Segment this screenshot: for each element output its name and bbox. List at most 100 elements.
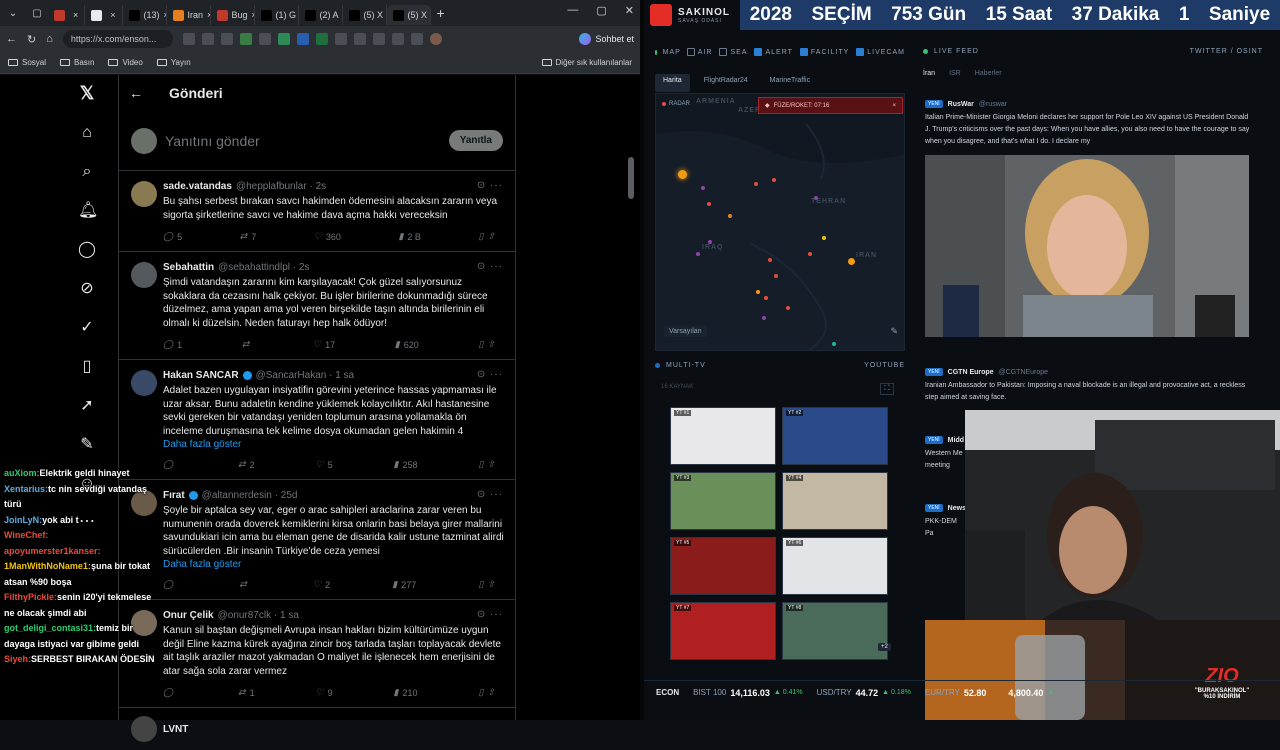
feed-tab[interactable]: ISR [949,70,961,84]
search-icon[interactable]: ⌕ [78,163,96,181]
tab-close-icon[interactable]: × [73,10,78,20]
tweet-handle[interactable]: @onur87clk · 1 sa [218,610,299,621]
livecam-marker[interactable] [832,342,836,346]
scrollbar[interactable] [628,157,634,199]
home-icon[interactable]: ⌂ [46,33,53,45]
repost-button[interactable]: ⇄ [242,339,254,350]
share-icon[interactable]: ⇧ [487,459,495,470]
tweet-author[interactable]: Sebahattin [163,262,214,273]
tweet[interactable]: Fırat @altannerdesin · 25d Şoyle bir aptal… [119,480,515,600]
chat-username[interactable]: apoyumerster1kanser: [4,546,101,556]
chat-username[interactable]: JoinLyN: [4,515,42,525]
facility-marker[interactable] [772,178,776,182]
missile-alert[interactable]: ◆ FÜZE/ROKET: 07:16 × [758,97,903,114]
close-window-icon[interactable]: ✕ [625,4,634,17]
like-button[interactable]: ♡ 5 [316,459,333,470]
layer-toggle[interactable]: ALERT [754,48,792,56]
views-button[interactable]: ▮ 277 [392,579,416,590]
chat-username[interactable]: auXiom: [4,468,40,478]
back-arrow-icon[interactable]: ← [129,85,143,101]
facility-marker[interactable] [754,182,758,186]
tweet-author[interactable]: Onur Çelik [163,610,214,621]
feed-tab[interactable]: Haberler [975,70,1002,84]
x-logo-icon[interactable]: 𝕏 [78,84,96,102]
feed-item[interactable]: YENİ Midd Western Me meeting [925,436,965,472]
profile-avatar[interactable] [429,33,442,45]
avatar[interactable] [131,262,157,288]
extension-icon[interactable] [182,33,195,45]
like-button[interactable]: ♡ 17 [313,339,335,350]
reply-input[interactable]: Yanıtını gönder [165,133,441,149]
feed-photo[interactable] [925,155,1249,337]
facility-marker[interactable] [768,258,772,262]
views-button[interactable]: ▮ 210 [394,687,418,698]
video-tile[interactable]: YT #3 [670,472,776,530]
like-button[interactable]: ♡ 2 [313,579,330,590]
extension-icon[interactable] [277,33,290,45]
extension-icon[interactable] [201,33,214,45]
extension-icon[interactable] [391,33,404,45]
layer-toggle[interactable]: SEA [719,48,747,56]
browser-tab[interactable]: × [85,5,123,25]
bookmark-icon[interactable]: ▯ [478,579,483,590]
layer-toggle[interactable]: LIVECAM [856,48,905,56]
facility-marker[interactable] [707,202,711,206]
extension-icon[interactable] [258,33,271,45]
bookmark-icon[interactable]: ▯ [478,687,483,698]
video-tile[interactable]: YT #5 [670,537,776,595]
facility-marker[interactable] [696,252,700,256]
star-icon[interactable] [220,33,233,45]
map-tab[interactable]: FlightRadar24 [696,74,756,92]
tweet[interactable]: sade.vatandas @hepplafbunlar · 2s Bu şahsı… [119,171,515,252]
like-button[interactable]: ♡ 9 [316,687,333,698]
browser-tab[interactable]: (1) G× [255,5,299,25]
show-more-link[interactable]: Daha fazla göster [163,559,505,570]
back-icon[interactable]: ← [6,33,17,45]
facility-marker[interactable] [764,296,768,300]
facility-marker[interactable] [762,316,766,320]
edit-icon[interactable]: ✎ [890,326,898,337]
extension-icon[interactable] [239,33,252,45]
browser-tab[interactable]: Bug× [211,5,255,25]
reply-button[interactable]: ◯ 5 [163,231,182,242]
extension-icon[interactable] [353,33,366,45]
avatar[interactable] [131,370,157,396]
chat-username[interactable]: 1ManWithNoName1: [4,561,91,571]
reply-button[interactable]: ◯ [163,459,177,470]
alert-marker[interactable] [678,170,687,179]
video-tile[interactable]: YT #1 [670,407,776,465]
facility-marker[interactable] [708,240,712,244]
new-tab-icon[interactable]: + [431,5,451,21]
more-options-icon[interactable]: ⊙ ··· [477,180,503,191]
like-button[interactable]: ♡ 360 [314,231,341,242]
browser-tab[interactable]: × [48,5,86,25]
extension-icon[interactable] [334,33,347,45]
video-tile[interactable]: YT #4 [782,472,888,530]
reply-button[interactable]: ◯ [163,579,177,590]
extension-icon[interactable] [296,33,309,45]
tweet[interactable]: Hakan SANCAR @SancarHakan · 1 sa Adalet ba… [119,360,515,480]
bookmarks-icon[interactable]: ▯ [78,358,96,376]
minimize-icon[interactable]: — [567,4,578,17]
views-button[interactable]: ▮ 258 [394,459,418,470]
browser-tab[interactable]: Iran× [167,5,211,25]
share-icon[interactable]: ⇧ [487,579,495,590]
facility-marker[interactable] [756,290,760,294]
avatar[interactable] [131,181,157,207]
feed-item[interactable]: YENİ News PKK-DEM Pa [925,504,966,540]
video-tile[interactable]: YT #2 [782,407,888,465]
video-tile[interactable]: YT #7 [670,602,776,660]
more-options-icon[interactable]: ⊙ ··· [477,369,503,380]
messages-icon[interactable]: ◯ [78,241,96,259]
more-options-icon[interactable]: ⊙ ··· [477,609,503,620]
tweet[interactable]: Sebahattin @sebahattindlpl · 2s Şimdi vata… [119,252,515,360]
extension-icon[interactable] [315,33,328,45]
tweet-handle[interactable]: @SancarHakan · 1 sa [256,370,355,381]
bookmark-folder[interactable]: Sosyal [8,58,46,67]
browser-tab[interactable]: (5) X× [386,5,431,25]
map-tab[interactable]: Harita [655,74,690,92]
more-videos-badge[interactable]: +2 [878,643,891,651]
reply-button[interactable]: ◯ [163,687,177,698]
chat-username[interactable]: FilthyPickle: [4,592,57,602]
other-bookmarks[interactable]: Diğer sık kullanılanlar [541,58,632,67]
